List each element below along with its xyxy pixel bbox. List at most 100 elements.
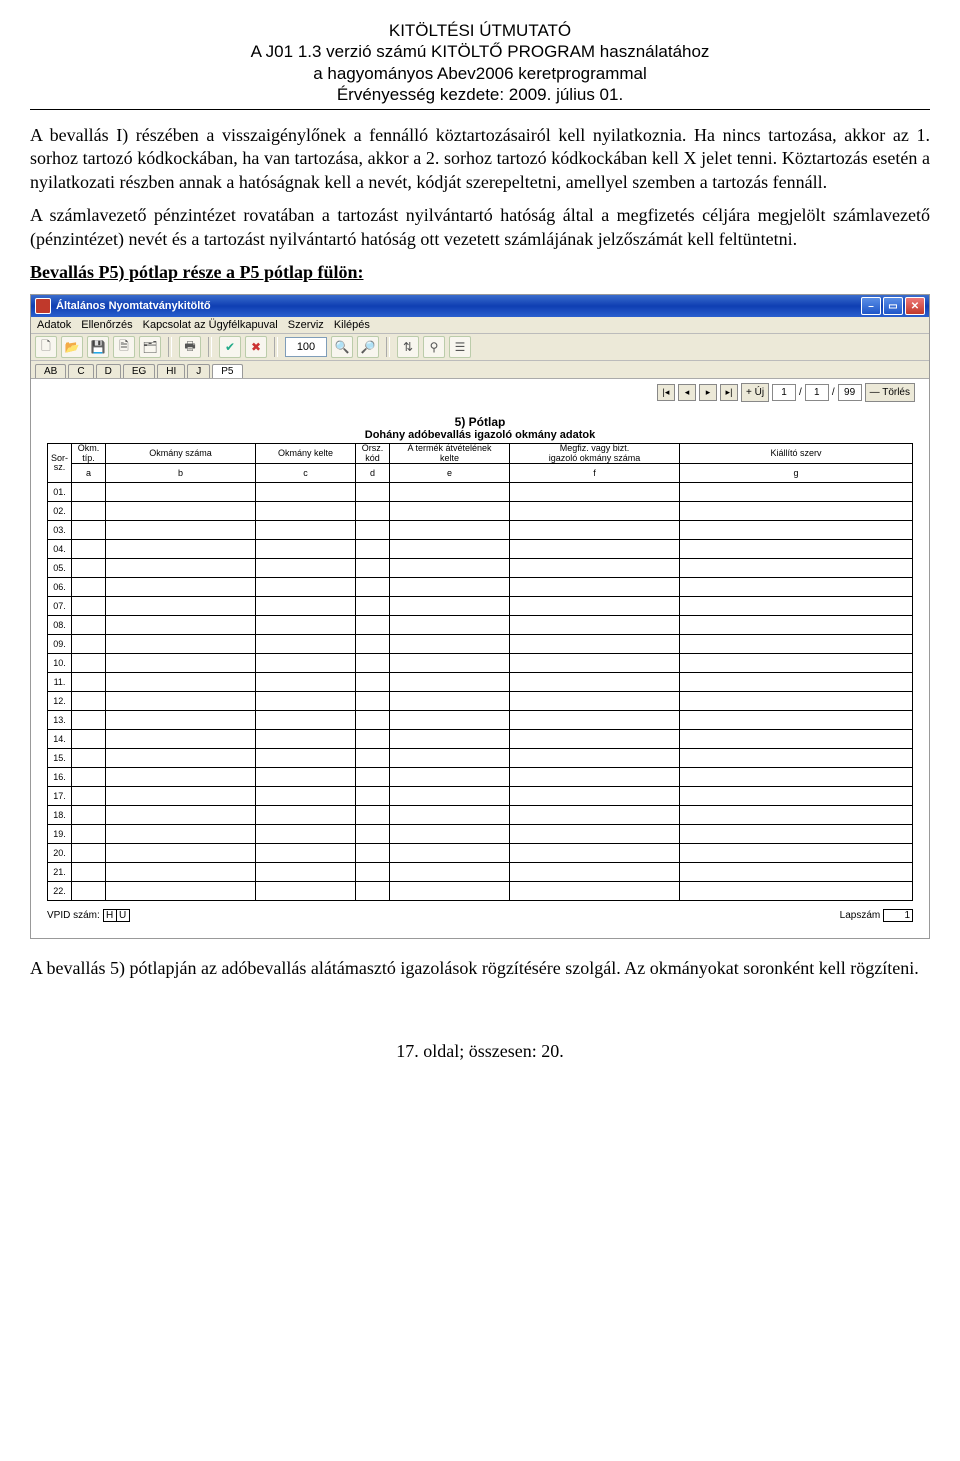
cell[interactable] — [256, 863, 356, 882]
cell[interactable] — [356, 559, 390, 578]
cell[interactable] — [106, 711, 256, 730]
cell[interactable] — [356, 654, 390, 673]
cell[interactable] — [72, 654, 106, 673]
cell[interactable] — [390, 502, 510, 521]
cell[interactable] — [356, 578, 390, 597]
cell[interactable] — [106, 502, 256, 521]
cell[interactable] — [390, 882, 510, 901]
cell[interactable] — [390, 711, 510, 730]
cell[interactable] — [72, 635, 106, 654]
cell[interactable] — [510, 597, 680, 616]
cell[interactable] — [106, 673, 256, 692]
zoom-out-icon[interactable]: 🔍 — [331, 336, 353, 358]
cell[interactable] — [356, 635, 390, 654]
cell[interactable] — [510, 635, 680, 654]
cell[interactable] — [106, 749, 256, 768]
maximize-button[interactable]: ▭ — [883, 297, 903, 315]
cell[interactable] — [680, 673, 913, 692]
cell[interactable] — [510, 578, 680, 597]
cell[interactable] — [510, 673, 680, 692]
menu-kilepes[interactable]: Kilépés — [334, 319, 370, 331]
save-icon[interactable]: 💾 — [87, 336, 109, 358]
menu-ellenorzes[interactable]: Ellenőrzés — [81, 319, 132, 331]
cell[interactable] — [510, 692, 680, 711]
cell[interactable] — [356, 597, 390, 616]
cell[interactable] — [680, 692, 913, 711]
cell[interactable] — [256, 825, 356, 844]
cell[interactable] — [106, 616, 256, 635]
cell[interactable] — [256, 882, 356, 901]
cell[interactable] — [510, 502, 680, 521]
tab-d[interactable]: D — [96, 364, 121, 378]
minimize-button[interactable]: – — [861, 297, 881, 315]
cell[interactable] — [510, 863, 680, 882]
menu-adatok[interactable]: Adatok — [37, 319, 71, 331]
check-icon[interactable]: ✔ — [219, 336, 241, 358]
tool-c-icon[interactable]: ☰ — [449, 336, 471, 358]
tab-hi[interactable]: HI — [157, 364, 185, 378]
cell[interactable] — [510, 787, 680, 806]
cell[interactable] — [256, 597, 356, 616]
cell[interactable] — [680, 502, 913, 521]
cell[interactable] — [510, 730, 680, 749]
cell[interactable] — [356, 521, 390, 540]
cell[interactable] — [106, 844, 256, 863]
cell[interactable] — [72, 711, 106, 730]
cell[interactable] — [256, 711, 356, 730]
cell[interactable] — [72, 692, 106, 711]
cell[interactable] — [72, 578, 106, 597]
cell[interactable] — [390, 749, 510, 768]
cell[interactable] — [680, 730, 913, 749]
cell[interactable] — [256, 559, 356, 578]
cell[interactable] — [680, 483, 913, 502]
cell[interactable] — [390, 863, 510, 882]
cell[interactable] — [106, 597, 256, 616]
cell[interactable] — [680, 844, 913, 863]
cell[interactable] — [680, 559, 913, 578]
cell[interactable] — [256, 483, 356, 502]
cell[interactable] — [510, 654, 680, 673]
cell[interactable] — [72, 540, 106, 559]
cell[interactable] — [356, 502, 390, 521]
cell[interactable] — [72, 502, 106, 521]
cell[interactable] — [256, 787, 356, 806]
tab-j[interactable]: J — [187, 364, 210, 378]
cell[interactable] — [256, 806, 356, 825]
new-icon[interactable]: 🗋 — [35, 336, 57, 358]
cell[interactable] — [72, 483, 106, 502]
cell[interactable] — [356, 673, 390, 692]
cell[interactable] — [680, 768, 913, 787]
cell[interactable] — [106, 578, 256, 597]
cell[interactable] — [106, 863, 256, 882]
print-icon[interactable]: 🖶 — [179, 336, 201, 358]
pg-next-icon[interactable]: ▸ — [699, 384, 717, 401]
menu-kapcsolat[interactable]: Kapcsolat az Ügyfélkapuval — [143, 319, 278, 331]
cell[interactable] — [72, 787, 106, 806]
cell[interactable] — [356, 787, 390, 806]
cell[interactable] — [106, 806, 256, 825]
cell[interactable] — [680, 635, 913, 654]
cell[interactable] — [356, 692, 390, 711]
tab-eg[interactable]: EG — [123, 364, 155, 378]
cell[interactable] — [510, 768, 680, 787]
tab-p5[interactable]: P5 — [212, 364, 242, 378]
zoom-field[interactable]: 100 — [285, 337, 327, 357]
cell[interactable] — [390, 654, 510, 673]
pg-add-button[interactable]: + Új — [741, 383, 769, 402]
cell[interactable] — [680, 597, 913, 616]
cell[interactable] — [680, 882, 913, 901]
cell[interactable] — [106, 635, 256, 654]
tab-c[interactable]: C — [68, 364, 93, 378]
cell[interactable] — [106, 825, 256, 844]
cell[interactable] — [390, 730, 510, 749]
cell[interactable] — [72, 730, 106, 749]
close-button[interactable]: ✕ — [905, 297, 925, 315]
folder-icon[interactable]: 🗂 — [139, 336, 161, 358]
cell[interactable] — [390, 483, 510, 502]
cell[interactable] — [72, 825, 106, 844]
cell[interactable] — [256, 673, 356, 692]
cell[interactable] — [510, 540, 680, 559]
cell[interactable] — [390, 692, 510, 711]
cell[interactable] — [510, 825, 680, 844]
cell[interactable] — [72, 559, 106, 578]
